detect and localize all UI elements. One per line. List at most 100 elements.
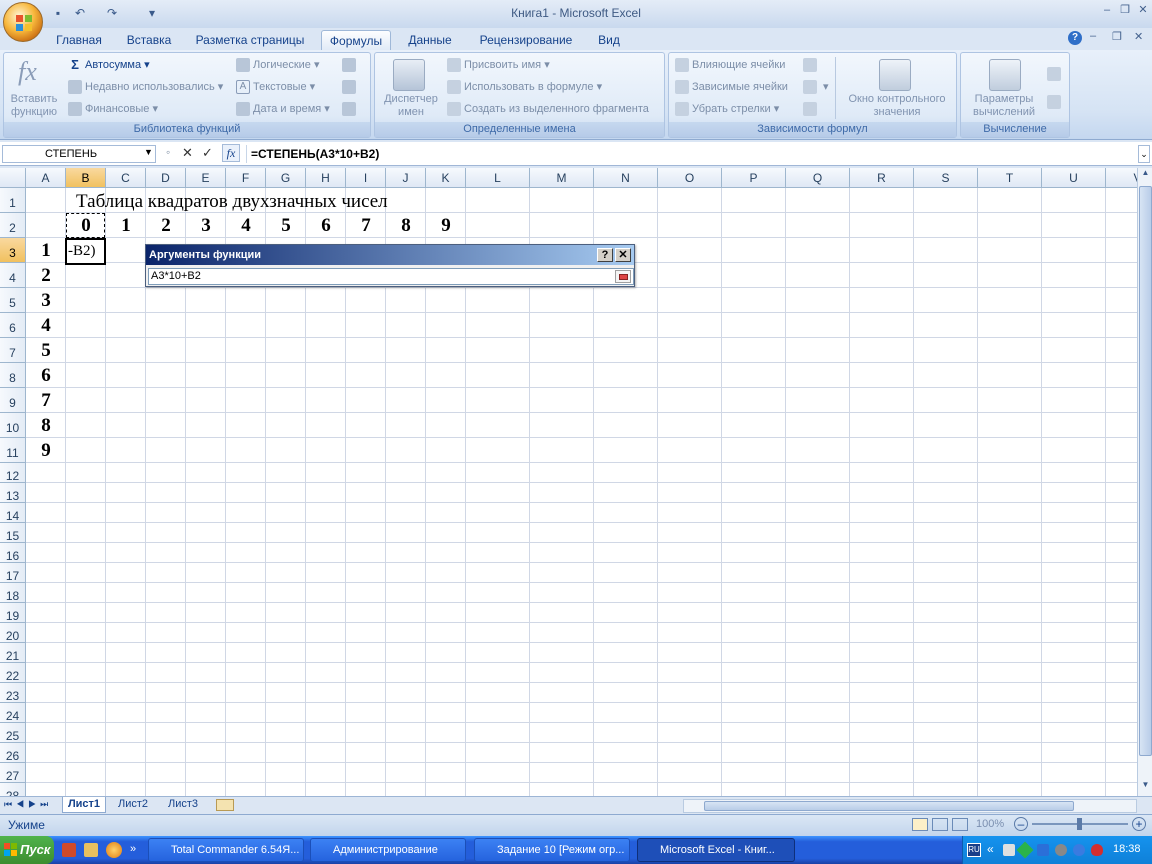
office-button[interactable] <box>3 2 43 42</box>
task-excel[interactable]: Microsoft Excel - Книг... <box>637 838 795 862</box>
column-header[interactable]: O <box>658 168 722 188</box>
row-header[interactable]: 11 <box>0 438 26 463</box>
row-digit-cell[interactable]: 6 <box>26 363 66 388</box>
name-manager-button[interactable]: Диспетчер имен <box>377 93 445 119</box>
calc-sheet-button[interactable] <box>1047 95 1064 109</box>
sheet-title-cell[interactable]: Таблица квадратов двухзначных чисел <box>76 189 388 214</box>
column-header[interactable]: E <box>186 168 226 188</box>
row-header[interactable]: 21 <box>0 643 26 663</box>
autosum-button[interactable]: Σ Автосумма ▾ <box>68 58 150 72</box>
row-digit-cell[interactable]: 1 <box>26 238 66 263</box>
row-header[interactable]: 9 <box>0 388 26 413</box>
quicklaunch-expand-icon[interactable]: » <box>130 843 136 855</box>
column-header[interactable]: M <box>530 168 594 188</box>
sheet-nav-icon[interactable]: ⏮◀▶⏭ <box>4 799 52 810</box>
expand-formula-bar-icon[interactable]: ⌄ <box>1138 145 1150 163</box>
maximize-button[interactable]: ❐ <box>1116 3 1134 17</box>
trace-dependents-button[interactable]: Зависимые ячейки <box>675 80 788 94</box>
row-header[interactable]: 16 <box>0 543 26 563</box>
column-header[interactable]: H <box>306 168 346 188</box>
header-digit-cell[interactable]: 2 <box>146 213 186 238</box>
row-header[interactable]: 7 <box>0 338 26 363</box>
calc-now-button[interactable] <box>1047 67 1064 81</box>
math-functions-button[interactable] <box>342 80 359 94</box>
row-header[interactable]: 17 <box>0 563 26 583</box>
watch-window-button[interactable]: Окно контрольного значения <box>837 93 957 119</box>
formula-input[interactable]: =СТЕПЕНЬ(A3*10+B2) <box>246 145 1136 163</box>
row-header[interactable]: 18 <box>0 583 26 603</box>
column-header[interactable]: S <box>914 168 978 188</box>
row-header[interactable]: 22 <box>0 663 26 683</box>
column-header[interactable]: I <box>346 168 386 188</box>
header-digit-cell[interactable]: 6 <box>306 213 346 238</box>
row-digit-cell[interactable]: 4 <box>26 313 66 338</box>
row-header[interactable]: 28 <box>0 783 26 796</box>
header-digit-cell[interactable]: 1 <box>106 213 146 238</box>
scroll-down-icon[interactable]: ▼ <box>1139 780 1152 794</box>
tab-page-layout[interactable]: Разметка страницы <box>190 30 310 50</box>
name-box-dropdown-icon[interactable]: ▼ <box>144 147 153 157</box>
zoom-level[interactable]: 100% <box>976 818 1004 830</box>
row-digit-cell[interactable]: 2 <box>26 263 66 288</box>
column-header[interactable]: T <box>978 168 1042 188</box>
task-total-commander[interactable]: Total Commander 6.54Я... <box>148 838 304 862</box>
task-administration[interactable]: Администрирование <box>310 838 466 862</box>
column-header[interactable]: A <box>26 168 66 188</box>
tab-insert[interactable]: Вставка <box>118 30 180 50</box>
horizontal-scroll-thumb[interactable] <box>704 801 1074 811</box>
column-header[interactable]: G <box>266 168 306 188</box>
row-header[interactable]: 3 <box>0 238 26 263</box>
active-cell[interactable]: -B2) <box>65 238 106 265</box>
error-checking-button[interactable]: ▾ <box>803 80 829 95</box>
row-header[interactable]: 12 <box>0 463 26 483</box>
insert-function-icon[interactable]: fx <box>222 144 240 162</box>
column-header[interactable]: F <box>226 168 266 188</box>
financial-functions-button[interactable]: Финансовые ▾ <box>68 102 158 117</box>
define-name-button[interactable]: Присвоить имя ▾ <box>447 58 550 73</box>
dialog-help-button[interactable]: ? <box>597 248 613 262</box>
column-header[interactable]: Q <box>786 168 850 188</box>
header-digit-cell[interactable]: 4 <box>226 213 266 238</box>
row-header[interactable]: 19 <box>0 603 26 623</box>
column-header[interactable]: K <box>426 168 466 188</box>
tab-home[interactable]: Главная <box>50 30 108 50</box>
column-header[interactable]: L <box>466 168 530 188</box>
tray-icon-2[interactable] <box>1016 841 1034 859</box>
row-header[interactable]: 20 <box>0 623 26 643</box>
row-header[interactable]: 14 <box>0 503 26 523</box>
column-header[interactable]: P <box>722 168 786 188</box>
header-digit-cell[interactable]: 7 <box>346 213 386 238</box>
enter-icon[interactable]: ✓ <box>202 145 213 161</box>
row-digit-cell[interactable]: 7 <box>26 388 66 413</box>
lookup-functions-button[interactable] <box>342 58 359 72</box>
close-button[interactable]: ✕ <box>1134 3 1152 17</box>
row-header[interactable]: 24 <box>0 703 26 723</box>
column-header[interactable]: U <box>1042 168 1106 188</box>
row-header[interactable]: 2 <box>0 213 26 238</box>
row-header[interactable]: 15 <box>0 523 26 543</box>
tab-view[interactable]: Вид <box>590 30 628 50</box>
dialog-close-button[interactable]: ✕ <box>615 248 631 262</box>
help-icon[interactable]: ? <box>1068 31 1082 45</box>
cancel-icon[interactable]: ✕ <box>182 145 193 161</box>
select-all-button[interactable] <box>0 168 26 188</box>
vertical-scroll-thumb[interactable] <box>1139 186 1152 756</box>
logical-functions-button[interactable]: Логические ▾ <box>236 58 320 73</box>
text-functions-button[interactable]: A Текстовые ▾ <box>236 80 315 95</box>
evaluate-formula-button[interactable] <box>803 102 820 116</box>
scroll-up-icon[interactable]: ▲ <box>1139 168 1152 182</box>
more-functions-button[interactable] <box>342 102 359 116</box>
column-header[interactable]: N <box>594 168 658 188</box>
normal-view-icon[interactable] <box>912 818 928 831</box>
zoom-in-icon[interactable]: + <box>1132 817 1146 831</box>
remove-arrows-button[interactable]: Убрать стрелки ▾ <box>675 102 779 117</box>
header-digit-cell[interactable]: 9 <box>426 213 466 238</box>
expand-dialog-icon[interactable] <box>615 270 631 283</box>
row-header[interactable]: 25 <box>0 723 26 743</box>
trace-precedents-button[interactable]: Влияющие ячейки <box>675 58 785 72</box>
row-header[interactable]: 6 <box>0 313 26 338</box>
tray-help-icon[interactable] <box>1073 844 1085 856</box>
page-layout-view-icon[interactable] <box>932 818 948 831</box>
column-header[interactable]: C <box>106 168 146 188</box>
tab-formulas[interactable]: Формулы <box>321 30 391 50</box>
